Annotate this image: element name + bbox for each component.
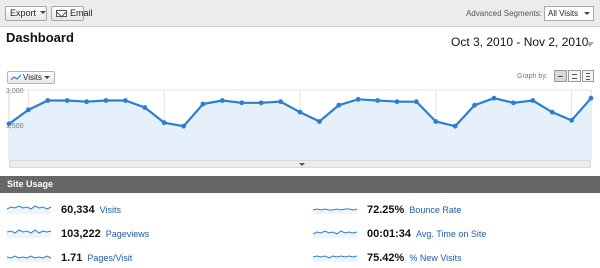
sparkline-icon bbox=[313, 208, 358, 214]
data-point bbox=[161, 120, 167, 126]
line-chart-icon bbox=[10, 74, 22, 81]
y-tick-label: 3,000 bbox=[6, 88, 24, 95]
stat-value: 103,222 Pageviews bbox=[61, 228, 150, 240]
sparkline-icon bbox=[7, 205, 52, 214]
date-range[interactable]: Oct 3, 2010 - Nov 2, 2010 bbox=[451, 35, 588, 49]
segments-value: All Visits bbox=[548, 9, 579, 18]
chevron-down-icon bbox=[299, 163, 305, 166]
data-point bbox=[375, 98, 380, 103]
stat-value: 60,334 Visits bbox=[61, 204, 121, 216]
data-point bbox=[239, 100, 245, 106]
graph-by-week-button[interactable] bbox=[568, 70, 581, 82]
sparkline-icon bbox=[313, 255, 358, 262]
data-point bbox=[569, 117, 574, 123]
toolbar: Export Email Advanced Segments: All Visi… bbox=[0, 0, 600, 27]
chevron-down-icon bbox=[44, 76, 50, 79]
stat-value: 1.71 Pages/Visit bbox=[61, 252, 133, 264]
y-tick-label: 1,500 bbox=[6, 123, 24, 130]
export-button[interactable]: Export bbox=[5, 6, 47, 21]
data-point bbox=[472, 102, 477, 108]
data-point bbox=[317, 119, 322, 124]
sparkline-icon bbox=[313, 230, 358, 238]
data-point bbox=[64, 98, 70, 103]
data-point bbox=[588, 95, 594, 101]
date-dropdown-icon[interactable] bbox=[586, 42, 594, 47]
envelope-icon bbox=[56, 10, 67, 17]
stat-value: 75.42%% New Visits bbox=[367, 252, 462, 264]
data-point bbox=[26, 107, 31, 113]
data-point bbox=[123, 98, 128, 103]
email-button[interactable]: Email bbox=[51, 6, 93, 21]
chevron-down-icon bbox=[584, 12, 590, 15]
data-point bbox=[84, 99, 89, 105]
data-point bbox=[394, 99, 400, 105]
stat-link[interactable]: % New Visits bbox=[409, 253, 461, 263]
email-label: Email bbox=[70, 8, 93, 18]
chevron-down-icon bbox=[40, 11, 47, 14]
data-point bbox=[414, 99, 419, 105]
data-point bbox=[181, 123, 187, 129]
advanced-segments-select[interactable]: All Visits bbox=[544, 6, 594, 21]
stat-link[interactable]: Pages/Visit bbox=[87, 253, 132, 263]
data-point bbox=[491, 95, 497, 101]
data-point bbox=[511, 100, 516, 106]
data-point bbox=[297, 109, 303, 115]
data-point bbox=[530, 98, 536, 103]
graph-by-label: Graph by: bbox=[517, 73, 548, 80]
data-point bbox=[433, 119, 439, 124]
sparkline-icon bbox=[7, 255, 52, 262]
data-point bbox=[45, 98, 51, 103]
graph-by-month-button[interactable] bbox=[582, 70, 594, 82]
data-point bbox=[549, 109, 555, 115]
visits-chart: 3,0001,500Oct 4Oct 11Oct 18Oct 25Nov 1 bbox=[6, 88, 594, 166]
data-point bbox=[200, 101, 206, 107]
sparkline-icon bbox=[7, 229, 52, 238]
data-point bbox=[220, 98, 225, 103]
export-label: Export bbox=[10, 8, 37, 18]
page-title: Dashboard bbox=[6, 30, 74, 45]
data-point bbox=[452, 123, 458, 129]
data-point bbox=[142, 105, 148, 110]
data-point bbox=[103, 98, 109, 103]
stat-value: 00:01:34 Avg. Time on Site bbox=[367, 228, 487, 240]
data-point bbox=[355, 96, 361, 102]
site-usage-header: Site Usage bbox=[0, 176, 600, 193]
chart-scroll-handle[interactable] bbox=[9, 160, 591, 168]
metric-label: Visits bbox=[23, 73, 42, 82]
data-point bbox=[278, 99, 283, 105]
stat-link[interactable]: Pageviews bbox=[106, 229, 150, 239]
data-point bbox=[336, 102, 342, 108]
graph-by-day-button[interactable] bbox=[554, 70, 567, 82]
data-point bbox=[258, 100, 264, 106]
stat-link[interactable]: Bounce Rate bbox=[409, 205, 461, 215]
stat-link[interactable]: Visits bbox=[100, 205, 121, 215]
stat-link[interactable]: Avg. Time on Site bbox=[416, 229, 486, 239]
advanced-segments-label: Advanced Segments: bbox=[465, 9, 542, 18]
stat-value: 72.25% Bounce Rate bbox=[367, 204, 462, 216]
